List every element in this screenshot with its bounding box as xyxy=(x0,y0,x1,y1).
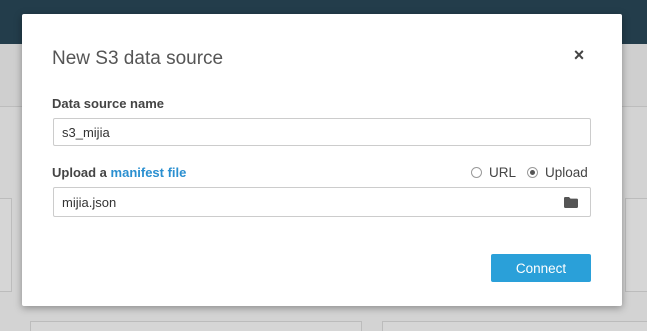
background-card xyxy=(0,198,12,292)
data-source-name-input[interactable] xyxy=(53,118,591,146)
upload-mode-radio-group: URL Upload xyxy=(471,165,588,180)
upload-manifest-label: Upload a manifest file xyxy=(52,165,186,180)
manifest-file-picker[interactable]: mijia.json xyxy=(53,187,591,217)
url-radio-label: URL xyxy=(489,165,517,180)
url-radio-button[interactable] xyxy=(471,167,482,178)
manifest-file-link[interactable]: manifest file xyxy=(111,165,187,180)
new-s3-data-source-dialog: New S3 data source × Data source name Up… xyxy=(22,14,622,306)
close-icon[interactable]: × xyxy=(571,46,587,64)
background-card xyxy=(30,321,362,331)
folder-icon[interactable] xyxy=(564,197,578,208)
upload-radio-option[interactable]: Upload xyxy=(527,165,588,180)
url-radio-option[interactable]: URL xyxy=(471,165,516,180)
dialog-title: New S3 data source xyxy=(52,48,224,69)
background-card xyxy=(382,321,647,331)
connect-button[interactable]: Connect xyxy=(491,254,591,282)
upload-radio-label: Upload xyxy=(545,165,588,180)
selected-file-name: mijia.json xyxy=(62,195,117,210)
background-card xyxy=(625,198,647,292)
data-source-name-label: Data source name xyxy=(52,96,164,111)
upload-label-prefix: Upload a xyxy=(52,165,107,180)
upload-radio-button[interactable] xyxy=(527,167,539,178)
